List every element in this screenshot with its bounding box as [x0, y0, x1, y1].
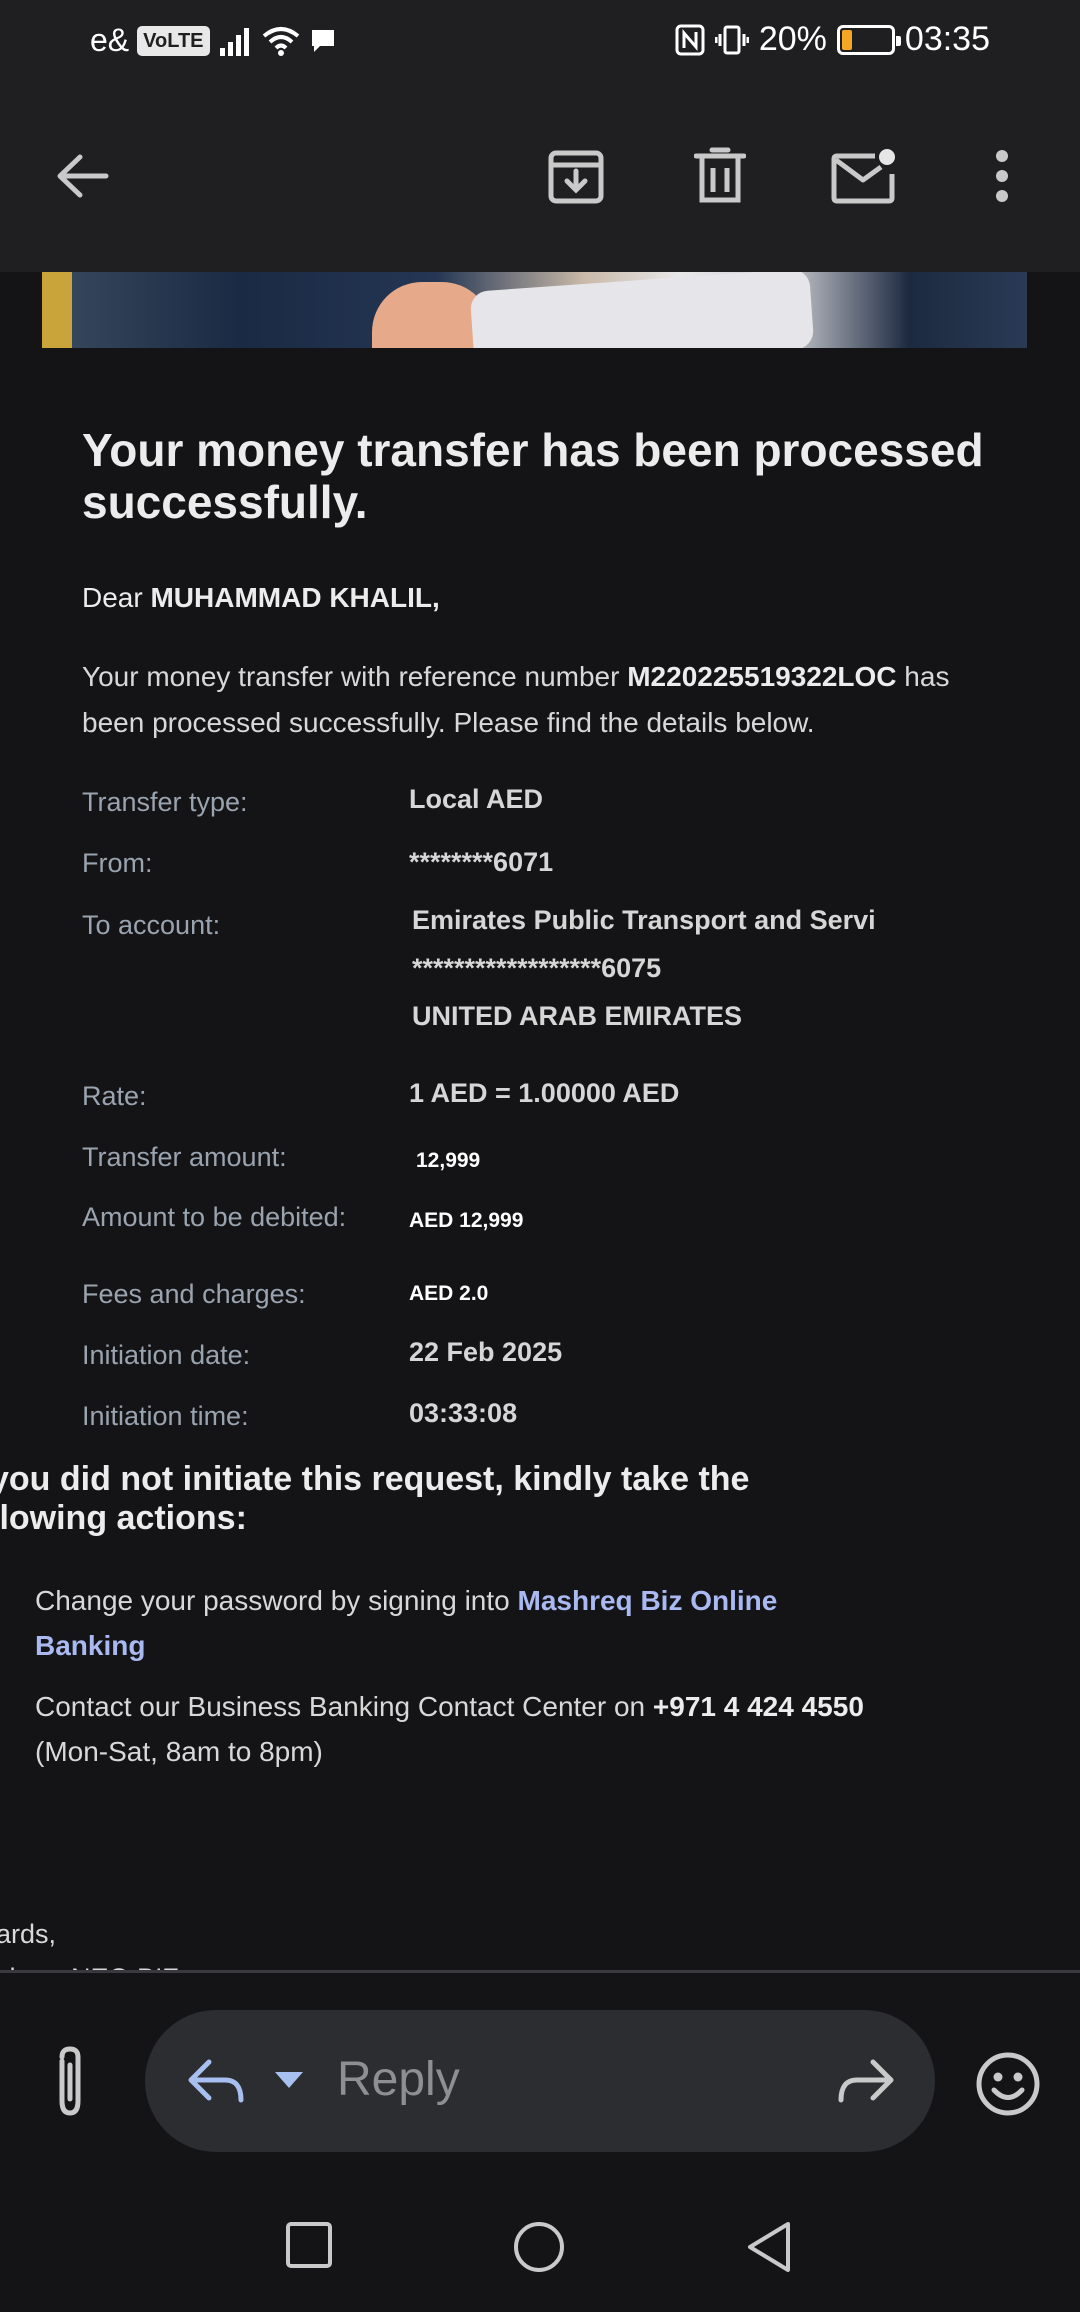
reply-bar: Reply	[0, 1973, 1080, 2178]
back-nav-icon[interactable]	[744, 2220, 794, 2279]
detail-value: 03:33:08	[409, 1398, 518, 1428]
reply-icon	[187, 2056, 247, 2111]
detail-label: Initiation date:	[82, 1340, 251, 1370]
warning-heading-line1: you did not initiate this request, kindl…	[0, 1460, 750, 1498]
emoji-icon[interactable]	[975, 2051, 1041, 2122]
greeting: Dear MUHAMMAD KHALIL,	[82, 582, 1012, 614]
detail-label: Transfer type:	[82, 787, 248, 817]
detail-value: Local AED	[409, 784, 544, 814]
signoff-text: shreq NEO BIZ	[0, 1956, 179, 1970]
intro-paragraph: Your money transfer with reference numbe…	[82, 654, 1012, 746]
action1-prefix: Change your password by signing into	[35, 1585, 518, 1616]
email-heading: Your money transfer has been processed s…	[82, 424, 984, 528]
email-toolbar	[0, 82, 1080, 272]
signal-icon	[219, 27, 249, 56]
forward-icon[interactable]	[835, 2056, 895, 2111]
detail-value: AED 12,999	[409, 1209, 524, 1232]
reply-label: Reply	[337, 2053, 460, 2106]
detail-label: From:	[82, 848, 153, 878]
reference-number: M220225519322LOC	[627, 661, 897, 692]
mark-unread-icon[interactable]	[828, 140, 900, 212]
to-account-number: ******************6075	[412, 953, 662, 983]
banner-image	[42, 272, 1027, 348]
customer-name: MUHAMMAD KHALIL,	[150, 582, 440, 613]
status-right: 20% 03:35	[675, 20, 990, 59]
battery-percent: 20%	[758, 20, 827, 58]
detail-value: ********6071	[409, 847, 554, 877]
chevron-down-icon[interactable]	[273, 2070, 305, 2095]
action-contact-center: Contact our Business Banking Contact Cen…	[35, 1684, 890, 1774]
email-body[interactable]: Your money transfer has been processed s…	[0, 272, 1080, 1970]
detail-value: 1 AED = 1.00000 AED	[409, 1078, 680, 1108]
detail-value: 12,999	[416, 1149, 481, 1172]
to-account-name: Emirates Public Transport and Servi	[412, 905, 876, 935]
warning-heading: you did not initiate this request, kindl…	[0, 1460, 890, 1538]
to-account-country: UNITED ARAB EMIRATES	[412, 1001, 742, 1031]
closing: ards, shreq NEO BIZ	[0, 1912, 179, 1970]
action2-prefix: Contact our Business Banking Contact Cen…	[35, 1691, 653, 1722]
action2-suffix: (Mon-Sat, 8am to 8pm)	[35, 1736, 323, 1767]
status-left: e& VoLTE	[90, 22, 338, 59]
email-message: Your money transfer has been processed s…	[82, 424, 1012, 746]
regards-text: ards,	[0, 1919, 57, 1949]
nfc-icon	[675, 24, 705, 55]
detail-value: Emirates Public Transport and Servi ****…	[412, 896, 876, 1040]
detail-label: Amount to be debited:	[82, 1202, 347, 1232]
system-nav-bar	[0, 2178, 1080, 2312]
wifi-icon	[262, 26, 299, 56]
detail-label: To account:	[82, 910, 221, 940]
intro-prefix: Your money transfer with reference numbe…	[82, 661, 628, 692]
attach-icon[interactable]	[40, 2043, 100, 2123]
home-icon[interactable]	[512, 2220, 566, 2279]
detail-label: Fees and charges:	[82, 1279, 306, 1309]
detail-label: Rate:	[82, 1081, 147, 1111]
detail-label: Initiation time:	[82, 1401, 249, 1431]
email-app: e& VoLTE 20% 03:35 Your money transfer h…	[0, 0, 1080, 2312]
status-bar: e& VoLTE 20% 03:35	[0, 0, 1080, 82]
contact-phone[interactable]: +971 4 424 4550	[653, 1691, 864, 1722]
carrier-name: e&	[90, 22, 130, 58]
battery-icon	[836, 24, 901, 55]
vibrate-icon	[714, 25, 749, 54]
detail-value: 22 Feb 2025	[409, 1337, 563, 1367]
reply-button[interactable]: Reply	[145, 2010, 935, 2152]
delete-icon[interactable]	[684, 140, 756, 212]
detail-label: Transfer amount:	[82, 1142, 287, 1172]
volte-badge: VoLTE	[137, 25, 210, 56]
clock: 03:35	[904, 20, 990, 58]
archive-icon[interactable]	[540, 140, 612, 212]
back-arrow-icon[interactable]	[46, 140, 118, 212]
battery-fill	[841, 29, 852, 50]
detail-value: AED 2.0	[409, 1282, 489, 1305]
warning-heading-line2: llowing actions:	[0, 1499, 247, 1537]
more-vert-icon[interactable]	[966, 140, 1038, 212]
greeting-prefix: Dear	[82, 582, 151, 613]
recent-apps-icon[interactable]	[284, 2220, 334, 2275]
security-warning: you did not initiate this request, kindl…	[0, 1460, 890, 1774]
action-change-password: Change your password by signing into Mas…	[35, 1578, 890, 1668]
chat-bubble-icon	[311, 29, 334, 52]
